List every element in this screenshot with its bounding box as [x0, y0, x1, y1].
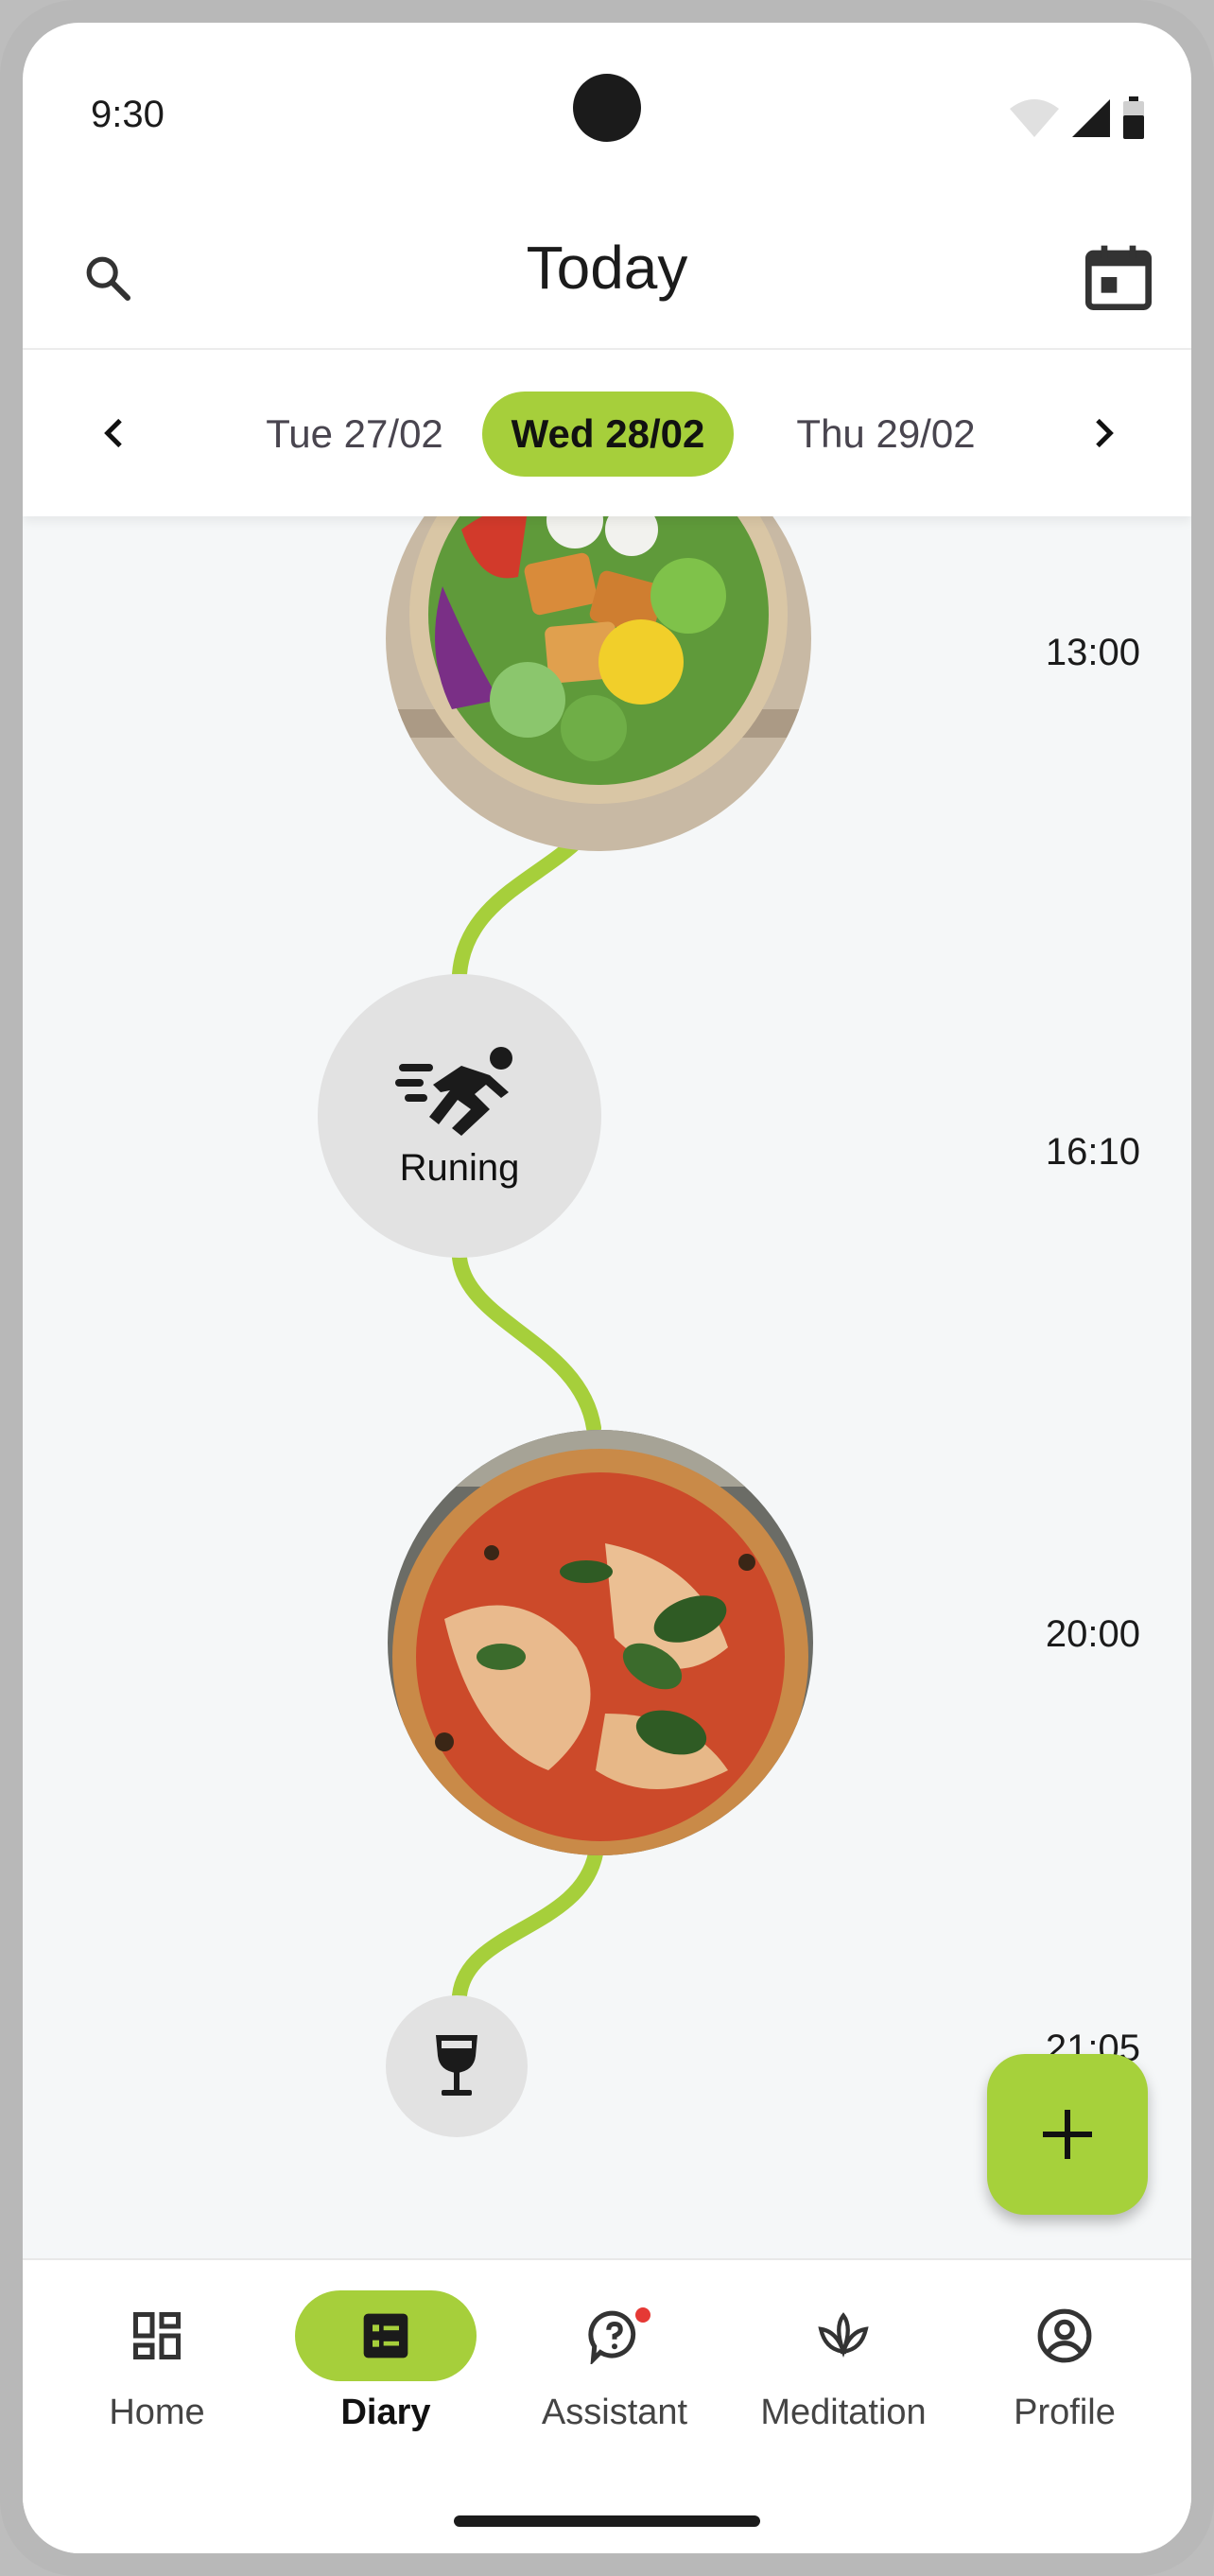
- date-thu[interactable]: Thu 29/02: [751, 392, 1021, 477]
- entry-time-2: 16:10: [1045, 1131, 1140, 1173]
- signal-icon: [1072, 99, 1110, 137]
- previous-day-button[interactable]: [79, 397, 151, 469]
- add-entry-button[interactable]: [987, 2054, 1148, 2215]
- nav-profile[interactable]: Profile: [970, 2290, 1159, 2433]
- date-selector: Tue 27/02 Wed 28/02 Thu 29/02: [23, 348, 1191, 516]
- account-circle-icon: [1037, 2308, 1092, 2363]
- nav-meditation[interactable]: Meditation: [749, 2290, 938, 2433]
- nav-home[interactable]: Home: [62, 2290, 251, 2433]
- nav-home-pill: [66, 2290, 248, 2381]
- meal-photo-pizza[interactable]: [388, 1430, 813, 1855]
- chevron-left-icon: [104, 418, 122, 448]
- nav-profile-label: Profile: [1014, 2393, 1116, 2432]
- drink-entry[interactable]: [386, 1995, 528, 2137]
- running-icon: [395, 1046, 512, 1136]
- chevron-right-icon: [1096, 418, 1114, 448]
- activity-running[interactable]: Runing: [318, 974, 601, 1258]
- date-tue[interactable]: Tue 27/02: [217, 392, 492, 477]
- diary-list-icon: [363, 2313, 408, 2358]
- status-icons: [1008, 96, 1146, 140]
- nav-profile-pill: [974, 2290, 1155, 2381]
- notification-badge: [635, 2307, 650, 2323]
- nav-meditation-label: Meditation: [760, 2393, 927, 2432]
- nav-assistant-pill: [524, 2290, 705, 2381]
- lotus-icon: [818, 2312, 869, 2358]
- camera-cutout: [573, 74, 641, 142]
- dashboard-icon: [133, 2312, 181, 2359]
- date-wed-selected[interactable]: Wed 28/02: [482, 392, 734, 477]
- entry-time-1: 13:00: [1045, 632, 1140, 673]
- page-title: Today: [526, 234, 688, 302]
- wine-glass-icon: [436, 2035, 477, 2096]
- device-frame: 9:30 Today Tue 27/02 Wed 28/02 Thu 29/02: [0, 0, 1214, 2576]
- status-time: 9:30: [91, 94, 165, 135]
- plus-icon: [1043, 2110, 1092, 2159]
- activity-label: Runing: [399, 1146, 520, 1189]
- top-app-bar: Today: [23, 165, 1191, 369]
- pizza-image: [388, 1430, 813, 1855]
- nav-home-label: Home: [109, 2393, 205, 2432]
- calendar-button[interactable]: [1076, 235, 1161, 320]
- nav-meditation-pill: [753, 2290, 934, 2381]
- screen: 9:30 Today Tue 27/02 Wed 28/02 Thu 29/02: [23, 23, 1191, 2553]
- bottom-navigation: Home Diary Assistant Meditation Profile: [23, 2258, 1191, 2553]
- entry-time-3: 20:00: [1045, 1613, 1140, 1655]
- home-indicator[interactable]: [454, 2515, 760, 2527]
- battery-icon: [1123, 96, 1144, 139]
- calendar-today-icon: [1085, 245, 1152, 310]
- nav-assistant-label: Assistant: [541, 2393, 688, 2432]
- diary-timeline: 13:00 Runing 16:10 20:00 21:05: [23, 492, 1191, 2279]
- nav-diary[interactable]: Diary: [291, 2290, 480, 2433]
- nav-diary-pill: [295, 2290, 477, 2381]
- wifi-icon: [1010, 99, 1059, 137]
- nav-diary-label: Diary: [340, 2393, 431, 2432]
- next-day-button[interactable]: [1067, 397, 1138, 469]
- assistant-question-icon: [588, 2310, 636, 2364]
- nav-assistant[interactable]: Assistant: [520, 2290, 709, 2433]
